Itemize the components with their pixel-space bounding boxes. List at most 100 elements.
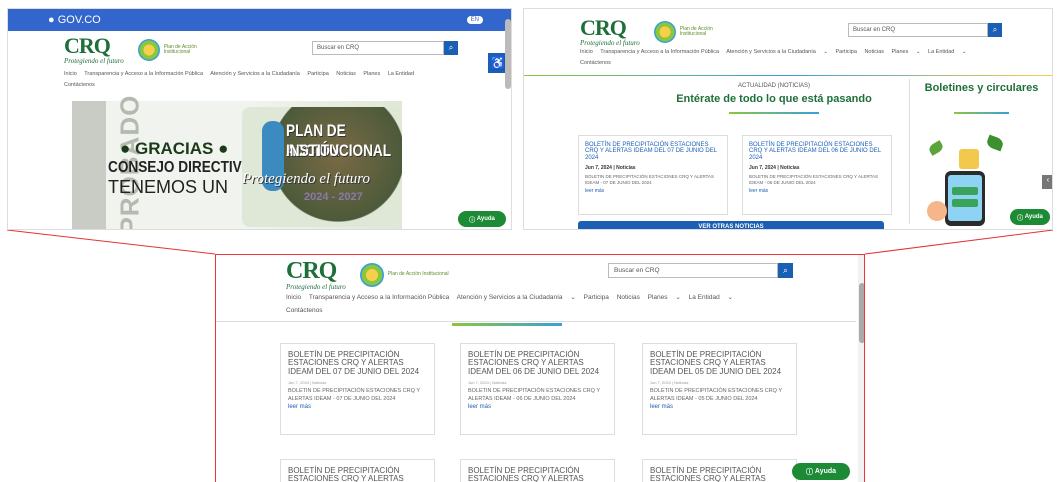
nav-item[interactable]: Atención y Servicios a la Ciudadanía: [210, 71, 300, 77]
news-card[interactable]: BOLETÍN DE PRECIPITACIÓN ESTACIONES CRQ …: [280, 343, 435, 435]
card-excerpt: BOLETIN DE PRECIPITACIÓN ESTACIONES CRQ …: [288, 388, 420, 402]
news-card[interactable]: BOLETÍN DE PRECIPITACIÓN ESTACIONES CRQ …: [642, 343, 797, 435]
help-button[interactable]: ⓘ Ayuda: [458, 211, 506, 227]
nav-item[interactable]: Noticias: [336, 71, 356, 77]
plan-logo-icon: [137, 39, 160, 61]
card-excerpt: BOLETIN DE PRECIPITACIÓN ESTACIONES CRQ …: [468, 388, 600, 402]
news-card[interactable]: BOLETÍN DE PRECIPITACIÓN ESTACIONES CRQ …: [280, 459, 435, 482]
language-toggle[interactable]: EN: [466, 16, 483, 24]
news-card[interactable]: BOLETÍN DE PRECIPITACIÓN ESTACIONES CRQ …: [742, 135, 892, 215]
nav-item[interactable]: Planes ⌄: [892, 49, 921, 55]
chevron-left-icon[interactable]: ‹: [1042, 175, 1052, 189]
banner-line2: CONSEJO DIRECTIVO: [108, 159, 253, 176]
section-kicker: ACTUALIDAD (NOTICIAS): [737, 83, 810, 89]
search-bar: Buscar en CRQ ⌕: [608, 263, 793, 278]
scrollbar-track[interactable]: [858, 255, 864, 482]
news-card[interactable]: BOLETÍN DE PRECIPITACIÓN ESTACIONES CRQ …: [642, 459, 797, 482]
news-card[interactable]: BOLETÍN DE PRECIPITACIÓN ESTACIONES CRQ …: [460, 343, 615, 435]
card-title[interactable]: BOLETÍN DE PRECIPITACIÓN ESTACIONES CRQ …: [650, 350, 789, 376]
bulletins-underline: [954, 112, 1009, 114]
hero-banner[interactable]: APROBADO ● GRACIAS ● CONSEJO DIRECTIVO T…: [72, 95, 402, 229]
scrollbar[interactable]: [505, 19, 511, 89]
search-icon[interactable]: ⌕: [444, 41, 458, 55]
nav-item[interactable]: Atención y Servicios a la Ciudadanía ⌄: [726, 49, 828, 55]
nav-item[interactable]: Planes ⌄: [648, 294, 681, 301]
nav-item[interactable]: La Entidad ⌄: [689, 294, 733, 301]
read-more-link[interactable]: leer más: [468, 404, 607, 410]
card-title[interactable]: BOLETÍN DE PRECIPITACIÓN ESTACIONES CRQ …: [749, 142, 885, 161]
search-input[interactable]: Buscar en CRQ: [608, 263, 778, 278]
nav-divider: [524, 75, 1052, 76]
card-excerpt: BOLETIN DE PRECIPITACIÓN ESTACIONES CRQ …: [650, 388, 782, 402]
help-icon: ⓘ: [1017, 215, 1025, 222]
card-meta: Jun 7, 2024 | Noticias: [468, 380, 507, 386]
nav-item[interactable]: Contáctenos: [64, 82, 444, 88]
banner-years: 2024 - 2027: [304, 191, 363, 203]
plan-logo-icon: [653, 21, 676, 43]
nav-item[interactable]: Transparencia y Acceso a la Información …: [309, 294, 449, 301]
help-icon: ⓘ: [805, 468, 815, 476]
crq-logo[interactable]: CRQ Protegiendo el futuro Plan de Acción…: [64, 35, 224, 66]
help-button[interactable]: ⓘ Ayuda: [1010, 209, 1050, 225]
crq-logo[interactable]: CRQ Protegiendo el futuro Plan de Acción…: [286, 259, 450, 291]
nav-item[interactable]: Contáctenos: [286, 307, 806, 314]
nav-item[interactable]: Atención y Servicios a la Ciudadanía ⌄: [457, 294, 576, 301]
banner-line1: ● GRACIAS ●: [120, 139, 229, 158]
nav-divider: [216, 321, 856, 322]
nav-item[interactable]: Participa: [836, 49, 857, 55]
search-icon[interactable]: ⌕: [778, 263, 793, 278]
screenshot-news: CRQ Protegiendo el futuro Plan de Acción…: [523, 8, 1053, 230]
main-nav: Inicio Transparencia y Acceso a la Infor…: [580, 49, 1000, 66]
nav-item[interactable]: Participa: [584, 294, 609, 301]
screenshot-home: ● GOV.CO EN CRQ Protegiendo el futuro Pl…: [7, 8, 512, 230]
nav-item[interactable]: Planes: [363, 71, 380, 77]
nav-item[interactable]: Noticias: [617, 294, 640, 301]
read-more-link[interactable]: leer más: [749, 188, 885, 194]
bulletin-illustration[interactable]: [919, 131, 1014, 226]
nav-item[interactable]: La Entidad ⌄: [928, 49, 966, 55]
nav-item[interactable]: Contáctenos: [580, 60, 1000, 66]
card-title[interactable]: BOLETÍN DE PRECIPITACIÓN ESTACIONES CRQ …: [288, 350, 427, 376]
gov-co-bar: ● GOV.CO EN: [8, 9, 511, 31]
news-card[interactable]: BOLETÍN DE PRECIPITACIÓN ESTACIONES CRQ …: [578, 135, 728, 215]
card-title[interactable]: BOLETÍN DE PRECIPITACIÓN ESTACIONES CRQ …: [468, 466, 607, 482]
more-news-button[interactable]: VER OTRAS NOTICIAS: [578, 221, 884, 229]
scrollbar-thumb[interactable]: [859, 283, 864, 343]
nav-item[interactable]: La Entidad: [388, 71, 414, 77]
crq-logo[interactable]: CRQ Protegiendo el futuro Plan de Acción…: [580, 17, 740, 48]
card-meta: Jun 7, 2024 | Noticias: [585, 164, 636, 171]
search-icon[interactable]: ⌕: [988, 23, 1002, 37]
nav-item[interactable]: Inicio: [580, 49, 593, 55]
card-meta: Jun 7, 2024 | Noticias: [749, 164, 800, 171]
plan-logo-icon: [359, 263, 384, 287]
help-button[interactable]: ⓘ Ayuda: [792, 463, 850, 480]
nav-item[interactable]: Inicio: [286, 294, 301, 301]
section-title: Entérate de todo lo que está pasando: [676, 93, 872, 105]
news-card[interactable]: BOLETÍN DE PRECIPITACIÓN ESTACIONES CRQ …: [460, 459, 615, 482]
search-input[interactable]: Buscar en CRQ: [848, 23, 988, 37]
nav-item[interactable]: Transparencia y Acceso a la Información …: [84, 71, 203, 77]
card-meta: Jun 7, 2024 | Noticias: [650, 380, 689, 386]
card-title[interactable]: BOLETÍN DE PRECIPITACIÓN ESTACIONES CRQ …: [585, 142, 721, 161]
nav-item[interactable]: Transparencia y Acceso a la Información …: [600, 49, 719, 55]
read-more-link[interactable]: leer más: [288, 404, 427, 410]
search-input[interactable]: Buscar en CRQ: [312, 41, 444, 55]
banner-line3: TENEMOS UN: [108, 177, 229, 197]
card-meta: Jun 7, 2024 | Noticias: [288, 380, 327, 386]
banner-plan-line2: INSTITUCIONAL: [286, 141, 392, 160]
nav-item[interactable]: Noticias: [864, 49, 884, 55]
card-title[interactable]: BOLETÍN DE PRECIPITACIÓN ESTACIONES CRQ …: [468, 350, 607, 376]
main-nav: Inicio Transparencia y Acceso a la Infor…: [64, 71, 444, 88]
card-title[interactable]: BOLETÍN DE PRECIPITACIÓN ESTACIONES CRQ …: [288, 466, 427, 482]
nav-item[interactable]: Participa: [307, 71, 328, 77]
read-more-link[interactable]: leer más: [650, 404, 789, 410]
nav-item[interactable]: Inicio: [64, 71, 77, 77]
main-nav: Inicio Transparencia y Acceso a la Infor…: [286, 293, 806, 314]
search-bar: Buscar en CRQ ⌕: [848, 23, 1002, 37]
read-more-link[interactable]: leer más: [585, 188, 721, 194]
card-title[interactable]: BOLETÍN DE PRECIPITACIÓN ESTACIONES CRQ …: [650, 466, 789, 482]
title-underline: [452, 323, 562, 326]
screenshot-news-list: CRQ Protegiendo el futuro Plan de Acción…: [215, 254, 865, 482]
gov-co-logo[interactable]: ● GOV.CO: [48, 14, 101, 26]
help-icon: ⓘ: [469, 217, 477, 224]
